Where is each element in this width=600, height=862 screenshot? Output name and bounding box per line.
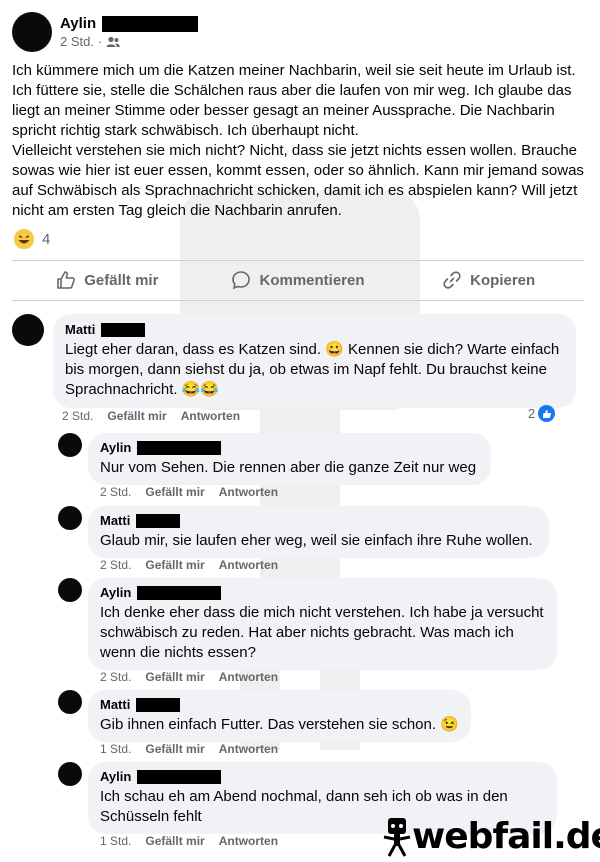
logo-text: webfail.de <box>412 816 600 857</box>
comment-time[interactable]: 2 Std. <box>100 670 131 684</box>
reply-comment: Matti Glaub mir, sie laufen eher weg, we… <box>58 506 549 558</box>
comment-actions: 1 Std. Gefällt mir Antworten <box>100 742 278 756</box>
post-time[interactable]: 2 Std. · <box>60 34 102 49</box>
link-icon <box>443 271 461 289</box>
copy-label: Kopieren <box>470 271 536 289</box>
redaction-bar <box>102 15 199 32</box>
friends-icon <box>106 36 120 47</box>
comment-like-link[interactable]: Gefällt mir <box>145 670 204 684</box>
comment-reply-link[interactable]: Antworten <box>219 834 278 848</box>
comment-button[interactable]: Kommentieren <box>203 262 394 298</box>
divider <box>12 300 584 301</box>
avatar[interactable] <box>58 578 82 602</box>
comment-author-row: Matti <box>100 513 537 529</box>
comment-text: Nur vom Sehen. Die rennen aber die ganze… <box>100 459 477 476</box>
laughing-emoji-icon <box>14 229 34 249</box>
avatar[interactable] <box>58 433 82 457</box>
comment-text: Glaub mir, sie laufen eher weg, weil sie… <box>100 532 533 549</box>
comment-reply-link[interactable]: Antworten <box>219 485 278 499</box>
avatar[interactable] <box>12 314 44 346</box>
comment-author-row: Aylin <box>100 769 545 785</box>
comment-bubble: Matti Liegt eher daran, dass es Katzen s… <box>53 314 576 408</box>
comment-author[interactable]: Aylin <box>100 769 131 785</box>
redaction-bar <box>136 514 181 528</box>
reply-comment: Aylin Ich denke eher dass die mich nicht… <box>58 578 557 670</box>
avatar[interactable] <box>12 12 52 52</box>
redaction-bar <box>101 323 146 337</box>
comment-text: Ich denke eher dass die mich nicht verst… <box>100 604 544 661</box>
comment-like-link[interactable]: Gefällt mir <box>145 834 204 848</box>
comment-author-row: Aylin <box>100 440 479 456</box>
comment-time[interactable]: 1 Std. <box>100 834 131 848</box>
redaction-bar <box>137 441 222 455</box>
comment-bubble: Matti Glaub mir, sie laufen eher weg, we… <box>88 506 549 558</box>
post-author[interactable]: Aylin <box>60 15 96 32</box>
post-header: Aylin 2 Std. · <box>12 11 199 53</box>
comment-like-link[interactable]: Gefällt mir <box>145 742 204 756</box>
comment-reply-link[interactable]: Antworten <box>219 558 278 572</box>
comment-author[interactable]: Matti <box>100 697 130 713</box>
like-badge-icon <box>538 405 556 422</box>
like-count-number: 2 <box>528 406 536 421</box>
reaction-summary[interactable]: 4 <box>14 229 50 249</box>
comment-time[interactable]: 2 Std. <box>62 409 93 423</box>
reply-comment: Matti Gib ihnen einfach Futter. Das vers… <box>58 690 471 742</box>
comment-bubble: Matti Gib ihnen einfach Futter. Das vers… <box>88 690 471 742</box>
comment-reply-link[interactable]: Antworten <box>181 409 240 423</box>
comment-author[interactable]: Aylin <box>100 585 131 601</box>
reaction-count: 4 <box>42 230 51 248</box>
post-submeta: 2 Std. · <box>60 34 198 49</box>
copy-button[interactable]: Kopieren <box>393 262 584 298</box>
reply-comment: Aylin Nur vom Sehen. Die rennen aber die… <box>58 433 491 485</box>
mascot-icon <box>383 817 411 857</box>
comment-like-count[interactable]: 2 <box>528 405 556 422</box>
post-text: Ich kümmere mich um die Katzen meiner Na… <box>12 62 584 219</box>
comment-actions: 2 Std. Gefällt mir Antworten <box>100 558 278 572</box>
redaction-bar <box>137 770 222 784</box>
comment-bubble: Aylin Ich denke eher dass die mich nicht… <box>88 578 557 670</box>
comment-like-link[interactable]: Gefällt mir <box>107 409 166 423</box>
comment-author[interactable]: Matti <box>100 513 130 529</box>
comment-author[interactable]: Matti <box>65 322 95 338</box>
avatar[interactable] <box>58 690 82 714</box>
comment-author-row: Aylin <box>100 585 545 601</box>
comment-label: Kommentieren <box>259 271 365 289</box>
webfail-logo: webfail.de <box>382 816 600 857</box>
comment-actions: 1 Std. Gefällt mir Antworten <box>100 834 278 848</box>
comment-actions: 2 Std. Gefällt mir Antworten <box>62 409 240 423</box>
comment: Matti Liegt eher daran, dass es Katzen s… <box>12 314 576 408</box>
comment-reply-link[interactable]: Antworten <box>219 742 278 756</box>
redaction-bar <box>137 586 222 600</box>
avatar[interactable] <box>58 506 82 530</box>
post-meta: Aylin 2 Std. · <box>60 15 199 49</box>
comment-time[interactable]: 1 Std. <box>100 742 131 756</box>
comment-icon <box>232 271 251 290</box>
like-label: Gefällt mir <box>84 271 159 289</box>
comment-like-link[interactable]: Gefällt mir <box>145 558 204 572</box>
comment-actions: 2 Std. Gefällt mir Antworten <box>100 485 278 499</box>
comment-author[interactable]: Aylin <box>100 440 131 456</box>
like-button[interactable]: Gefällt mir <box>12 262 203 298</box>
comment-author-row: Matti <box>100 697 459 713</box>
comment-text: Liegt eher daran, dass es Katzen sind. 😀… <box>65 341 560 398</box>
divider <box>12 260 584 261</box>
redaction-bar <box>136 698 181 712</box>
comment-time[interactable]: 2 Std. <box>100 485 131 499</box>
comment-bubble: Aylin Nur vom Sehen. Die rennen aber die… <box>88 433 491 485</box>
thumbs-up-icon <box>57 271 76 289</box>
comment-time[interactable]: 2 Std. <box>100 558 131 572</box>
comment-author-row: Matti <box>65 322 564 338</box>
author-row: Aylin <box>60 15 199 32</box>
action-bar: Gefällt mir Kommentieren Kopieren <box>12 262 584 298</box>
comment-actions: 2 Std. Gefällt mir Antworten <box>100 670 278 684</box>
comment-text: Gib ihnen einfach Futter. Das verstehen … <box>100 716 459 733</box>
avatar[interactable] <box>58 762 82 786</box>
comment-like-link[interactable]: Gefällt mir <box>145 485 204 499</box>
comment-reply-link[interactable]: Antworten <box>219 670 278 684</box>
